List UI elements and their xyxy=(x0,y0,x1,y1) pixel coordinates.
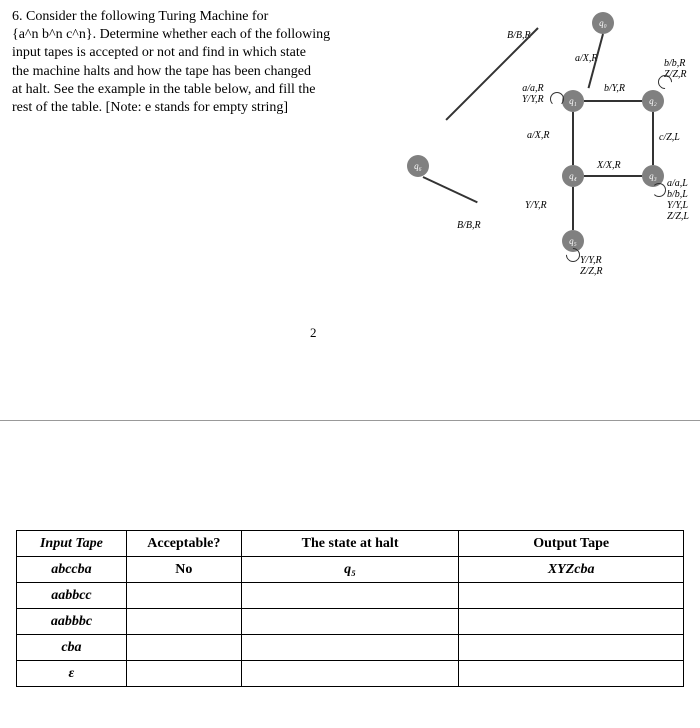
arrow-q0-q6 xyxy=(445,27,538,120)
trans-q3-loop-c: Y/Y,L xyxy=(667,200,689,211)
trans-axr-mid: a/X,R xyxy=(527,130,550,141)
state-q0: q₀ xyxy=(592,12,614,34)
table-row: cba xyxy=(17,635,684,661)
cell-state[interactable] xyxy=(241,635,459,661)
trans-czl: c/Z,L xyxy=(659,132,680,143)
arrow-q3-q4 xyxy=(584,175,642,177)
cell-state: q₅ xyxy=(241,557,459,583)
cell-output[interactable] xyxy=(459,661,684,687)
cell-accept[interactable] xyxy=(126,609,241,635)
cell-input: abccba xyxy=(17,557,127,583)
cell-accept[interactable] xyxy=(126,583,241,609)
table-row: aabbbc xyxy=(17,609,684,635)
th-input: Input Tape xyxy=(17,531,127,557)
loop-q1 xyxy=(550,92,564,106)
trans-yyr-mid: Y/Y,R xyxy=(525,200,547,211)
arrow-q4-q5 xyxy=(572,187,574,230)
trans-q1-loop-b: Y/Y,R xyxy=(522,94,544,105)
trans-q3-loop-a: a/a,L xyxy=(667,178,689,189)
cell-state[interactable] xyxy=(241,661,459,687)
trans-q2-loop-a: b/b,R xyxy=(664,58,687,69)
state-q2: q₂ xyxy=(642,90,664,112)
trans-q3-loop: a/a,L b/b,L Y/Y,L Z/Z,L xyxy=(667,178,689,222)
th-state: The state at halt xyxy=(241,531,459,557)
cell-input: aabbbc xyxy=(17,609,127,635)
page-number: 2 xyxy=(310,325,317,341)
turing-machine-diagram: q₀ q₁ q₂ q₃ q₄ q₅ q₆ B/B,R a/X,R a/a,R Y… xyxy=(412,0,692,280)
table-row: aabbcc xyxy=(17,583,684,609)
arrow-q5-q6 xyxy=(423,176,478,203)
trans-byr: b/Y,R xyxy=(604,83,625,94)
cell-input: cba xyxy=(17,635,127,661)
answer-table: Input Tape Acceptable? The state at halt… xyxy=(16,530,684,687)
trans-q5-loop-b: Z/Z,R xyxy=(580,266,603,277)
trans-q3-loop-d: Z/Z,L xyxy=(667,211,689,222)
cell-output[interactable] xyxy=(459,583,684,609)
trans-q5-loop-a: Y/Y,R xyxy=(580,255,603,266)
trans-xxr: X/X,R xyxy=(597,160,621,171)
cell-state[interactable] xyxy=(241,609,459,635)
cell-accept[interactable] xyxy=(126,661,241,687)
table-row: ε xyxy=(17,661,684,687)
cell-input: ε xyxy=(17,661,127,687)
cell-accept[interactable] xyxy=(126,635,241,661)
cell-state[interactable] xyxy=(241,583,459,609)
question-line3: input tapes is accepted or not and find … xyxy=(12,45,306,60)
cell-input: aabbcc xyxy=(17,583,127,609)
state-q6: q₆ xyxy=(407,155,429,177)
state-q1: q₁ xyxy=(562,90,584,112)
question-number: 6. xyxy=(12,9,23,24)
th-output: Output Tape xyxy=(459,531,684,557)
arrow-q2-q3 xyxy=(652,112,654,165)
trans-q1-loop: a/a,R Y/Y,R xyxy=(522,83,544,105)
table-row: abccba No q₅ XYZcba xyxy=(17,557,684,583)
horizontal-rule xyxy=(0,420,700,421)
arrow-q1-q2 xyxy=(584,100,642,102)
cell-accept: No xyxy=(126,557,241,583)
cell-output: XYZcba xyxy=(459,557,684,583)
th-accept: Acceptable? xyxy=(126,531,241,557)
question-line1: Consider the following Turing Machine fo… xyxy=(26,9,268,24)
question-text: 6. Consider the following Turing Machine… xyxy=(0,0,420,125)
question-line6: rest of the table. [Note: e stands for e… xyxy=(12,100,288,115)
question-line4: the machine halts and how the tape has b… xyxy=(12,64,311,79)
cell-output[interactable] xyxy=(459,635,684,661)
trans-bbr-bot: B/B,R xyxy=(457,220,481,231)
question-line2: {a^n b^n c^n}. Determine whether each of… xyxy=(12,27,330,42)
question-line5: at halt. See the example in the table be… xyxy=(12,82,316,97)
state-q4: q₄ xyxy=(562,165,584,187)
loop-q3 xyxy=(652,183,666,197)
trans-q3-loop-b: b/b,L xyxy=(667,189,689,200)
arrow-q4-q1 xyxy=(572,112,574,165)
trans-q1-loop-a: a/a,R xyxy=(522,83,544,94)
trans-q5-loop: Y/Y,R Z/Z,R xyxy=(580,255,603,277)
cell-output[interactable] xyxy=(459,609,684,635)
